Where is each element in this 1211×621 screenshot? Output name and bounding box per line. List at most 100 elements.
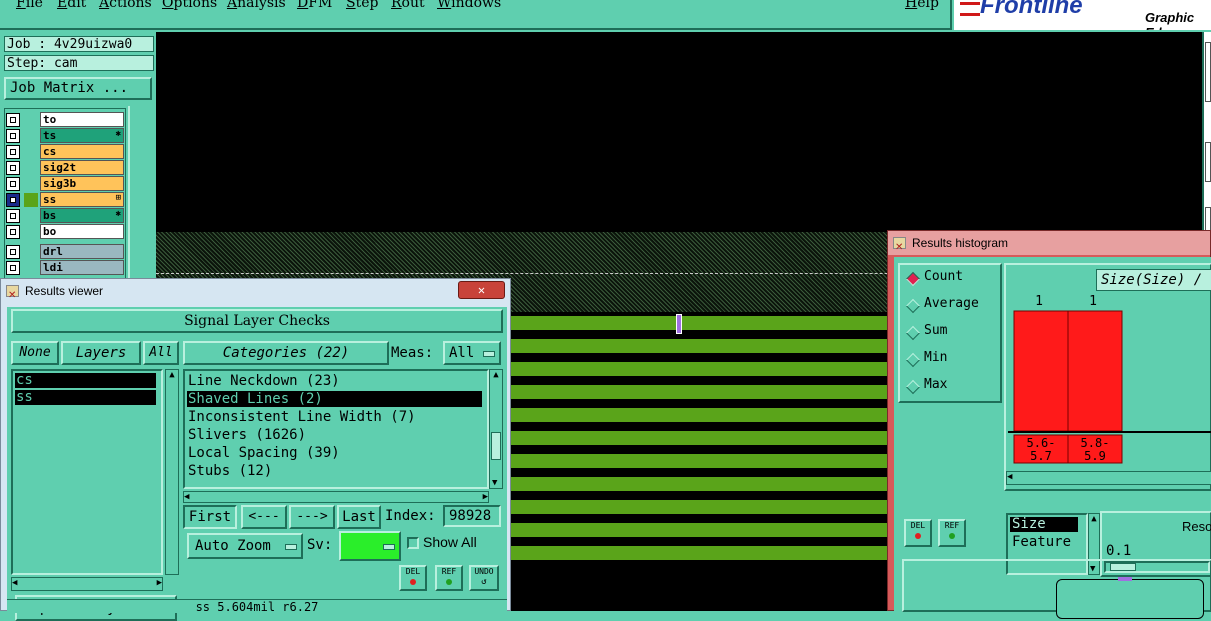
ref-button[interactable]: REF: [435, 565, 463, 591]
meas-dropdown[interactable]: All: [443, 341, 501, 365]
all-button[interactable]: All: [143, 341, 179, 365]
scroll-left-icon[interactable]: ◀: [184, 492, 189, 502]
category-item[interactable]: Line Neckdown (23): [187, 373, 482, 389]
first-button[interactable]: First: [183, 505, 237, 529]
categories-button[interactable]: Categories (22): [183, 341, 389, 365]
hist-del-button[interactable]: DEL: [904, 519, 932, 547]
layer-row-sig3b[interactable]: sig3b: [6, 176, 124, 191]
selected-layer-item[interactable]: cs: [15, 373, 156, 388]
histogram-bar[interactable]: [1013, 310, 1069, 432]
canvas-right-scrollbar[interactable]: [1202, 32, 1211, 232]
menu-windows[interactable]: Windows: [437, 0, 501, 11]
histogram-bar[interactable]: [1067, 310, 1123, 432]
categories-hscroll[interactable]: ◀ ▶: [183, 491, 489, 503]
category-item[interactable]: Slivers (1626): [187, 427, 482, 443]
categories-vscroll[interactable]: ▲ ▼: [489, 369, 503, 489]
copper-line: [496, 454, 896, 468]
undo-button[interactable]: UNDO ↺: [469, 565, 499, 591]
layer-row-bo[interactable]: bo: [6, 224, 124, 239]
layer-checkbox-icon[interactable]: [6, 129, 20, 143]
prev-button[interactable]: <---: [241, 505, 287, 529]
layer-checkbox-icon[interactable]: [6, 113, 20, 127]
layer-row-ss[interactable]: ss ⊞: [6, 192, 124, 207]
category-item[interactable]: Stubs (12): [187, 463, 482, 479]
del-button[interactable]: DEL: [399, 565, 427, 591]
menu-analysis[interactable]: Analysis: [227, 0, 286, 11]
next-button[interactable]: --->: [289, 505, 335, 529]
size-field[interactable]: Size(Size) /: [1096, 269, 1211, 291]
show-all-checkbox[interactable]: [407, 537, 419, 549]
brand-area: Frontline Graphic Ed: [954, 0, 1211, 30]
mode-max[interactable]: Max: [905, 377, 996, 397]
left-panel: Job : 4v29uizwa0 Step: cam Job Matrix ..…: [0, 32, 156, 308]
layer-checkbox-icon[interactable]: [6, 225, 20, 239]
menu-file[interactable]: File: [16, 0, 43, 11]
scroll-up-icon[interactable]: ▲: [490, 370, 502, 380]
menu-options[interactable]: Options: [162, 0, 217, 11]
histogram-hscroll[interactable]: ◀: [1006, 471, 1211, 485]
results-viewer-titlebar[interactable]: Results viewer: [1, 279, 510, 308]
attribute-item[interactable]: Size: [1010, 517, 1078, 532]
menu-edit[interactable]: Edit: [57, 0, 86, 11]
layer-checkbox-icon[interactable]: [6, 161, 20, 175]
menu-dfm[interactable]: DFM: [297, 0, 332, 11]
mode-average[interactable]: Average: [905, 296, 996, 316]
index-input[interactable]: 98928: [443, 505, 501, 527]
layer-row-ldi[interactable]: ldi: [6, 260, 124, 275]
layers-button[interactable]: Layers: [61, 341, 141, 365]
layer-checkbox-icon[interactable]: [6, 177, 20, 191]
category-item[interactable]: Inconsistent Line Width (7): [187, 409, 482, 425]
scroll-down-icon[interactable]: ▼: [492, 478, 497, 488]
mode-label: Average: [924, 296, 979, 311]
selected-layer-item[interactable]: ss: [15, 390, 156, 405]
layer-row-ts[interactable]: ts ✱: [6, 128, 124, 143]
scroll-right-icon[interactable]: ▶: [157, 578, 162, 588]
layer-row-sig2t[interactable]: sig2t: [6, 160, 124, 175]
job-matrix-button[interactable]: Job Matrix ...: [4, 77, 152, 100]
layers-list-vscroll[interactable]: ▲: [165, 369, 179, 575]
layers-list-hscroll[interactable]: ◀ ▶: [11, 577, 163, 591]
mode-sum[interactable]: Sum: [905, 323, 996, 343]
scroll-up-icon[interactable]: ▲: [1089, 514, 1099, 524]
layer-row-to[interactable]: to: [6, 112, 124, 127]
mode-label: Count: [924, 269, 964, 284]
menu-actions[interactable]: Actions: [99, 0, 152, 11]
mode-count[interactable]: Count: [905, 269, 996, 289]
layer-marker-icon: ✱: [115, 209, 121, 219]
layer-name: cs: [40, 144, 124, 159]
layer-row-cs[interactable]: cs: [6, 144, 124, 159]
menu-help[interactable]: Help: [905, 0, 939, 11]
layer-checkbox-icon[interactable]: [6, 193, 20, 207]
scroll-up-icon[interactable]: ▲: [166, 370, 178, 380]
attribute-item[interactable]: Feature: [1010, 535, 1078, 550]
layer-row-bs[interactable]: bs ✱: [6, 208, 124, 223]
scroll-thumb[interactable]: [491, 432, 501, 460]
category-item[interactable]: Local Spacing (39): [187, 445, 482, 461]
layer-row-drl[interactable]: drl: [6, 244, 124, 259]
auto-zoom-dropdown[interactable]: Auto Zoom: [187, 533, 303, 559]
mode-radio-group: Count Average Sum Min Max: [898, 263, 1002, 403]
layer-checkbox-icon[interactable]: [6, 245, 20, 259]
layer-checkbox-icon[interactable]: [6, 145, 20, 159]
layer-list-scrollbar[interactable]: [128, 106, 154, 286]
sv-color-dropdown[interactable]: [339, 531, 401, 561]
last-button[interactable]: Last: [337, 505, 381, 529]
meas-label: Meas:: [391, 345, 434, 361]
mode-label: Max: [924, 377, 948, 392]
scroll-right-icon[interactable]: ▶: [483, 492, 488, 502]
layer-checkbox-icon[interactable]: [6, 261, 20, 275]
scroll-left-icon[interactable]: ◀: [1007, 472, 1012, 482]
close-icon: ✕: [477, 283, 486, 297]
mode-min[interactable]: Min: [905, 350, 996, 370]
close-button[interactable]: ✕: [458, 281, 505, 299]
layer-checkbox-icon[interactable]: [6, 209, 20, 223]
menu-bar: File Edit Actions Options Analysis DFM S…: [0, 0, 952, 30]
scroll-left-icon[interactable]: ◀: [12, 578, 17, 588]
hist-ref-button[interactable]: REF: [938, 519, 966, 547]
results-histogram-titlebar[interactable]: Results histogram: [888, 231, 1210, 260]
menu-rout[interactable]: Rout: [391, 0, 425, 11]
category-item[interactable]: Shaved Lines (2): [187, 391, 482, 407]
none-button[interactable]: None: [11, 341, 59, 365]
copper-line: [496, 431, 896, 445]
menu-step[interactable]: Step: [346, 0, 378, 11]
